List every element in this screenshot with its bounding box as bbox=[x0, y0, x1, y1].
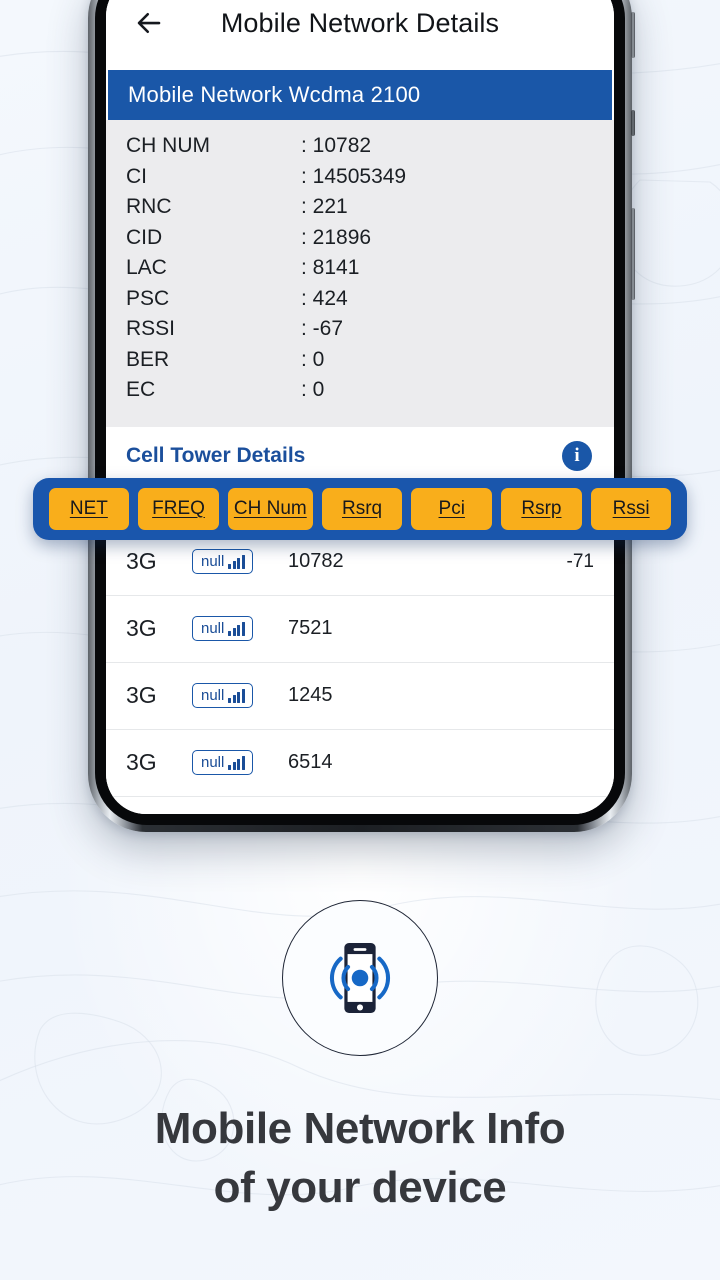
column-header-label: FREQ bbox=[152, 498, 205, 519]
signal-badge: null bbox=[192, 750, 253, 775]
phone-signal-icon bbox=[330, 943, 390, 1013]
promo-headline-line1: Mobile Network Info bbox=[154, 1104, 566, 1153]
signal-bars-icon bbox=[228, 554, 245, 569]
column-header-label: NET bbox=[69, 498, 108, 519]
signal-badge: null bbox=[192, 549, 253, 574]
back-button[interactable] bbox=[128, 2, 170, 44]
signal-badge: null bbox=[192, 683, 253, 708]
phone-mockup: Mobile Network Details Mobile Network Wc… bbox=[88, 0, 635, 832]
table-row: LAC : 8141 bbox=[126, 256, 594, 287]
detail-value: : -67 bbox=[301, 317, 344, 340]
detail-key: PSC bbox=[126, 286, 170, 310]
promo-headline: Mobile Network Info of your device bbox=[0, 1100, 720, 1217]
promo-headline-line2: of your device bbox=[213, 1162, 507, 1212]
detail-value: : 10782 bbox=[301, 134, 372, 157]
detail-key: EC bbox=[126, 378, 156, 401]
row-net: 3G bbox=[126, 548, 157, 574]
table-row: CID : 21896 bbox=[126, 226, 594, 257]
network-details-table: CH NUM : 10782 CI : 14505349 RNC : 221 C… bbox=[106, 120, 614, 427]
column-header-label: Pci bbox=[438, 498, 465, 519]
column-header-freq[interactable]: FREQ bbox=[138, 488, 219, 530]
row-freq: null bbox=[192, 549, 288, 574]
detail-key: LAC bbox=[126, 256, 167, 279]
detail-key: RNC bbox=[126, 195, 172, 218]
table-row: PSC : 424 bbox=[126, 287, 594, 318]
detail-key: CI bbox=[126, 164, 147, 188]
table-row[interactable]: 3G null 6514 bbox=[106, 730, 614, 797]
signal-badge-label: null bbox=[201, 620, 225, 637]
cell-tower-title: Cell Tower Details bbox=[126, 443, 306, 467]
promo-section: Mobile Network Info of your device bbox=[0, 900, 720, 1217]
table-row: EC : 0 bbox=[126, 378, 594, 409]
column-header-callout: NET FREQ CH Num Rsrq Pci Rsrp Rssi bbox=[33, 478, 687, 540]
row-ch-num: 7521 bbox=[288, 617, 333, 639]
table-row: RSSI : -67 bbox=[126, 317, 594, 348]
column-header-ch-num[interactable]: CH Num bbox=[227, 488, 313, 530]
table-row: CI : 14505349 bbox=[126, 165, 594, 196]
phone-side-button-volume-up bbox=[631, 12, 635, 58]
detail-value: : 0 bbox=[301, 378, 325, 401]
signal-bars-icon bbox=[228, 688, 245, 703]
column-header-label: Rsrq bbox=[342, 498, 383, 519]
phone-side-button-volume-down bbox=[631, 110, 635, 136]
detail-value: : 221 bbox=[301, 195, 348, 218]
row-net: 3G bbox=[126, 615, 157, 641]
signal-bars-icon bbox=[228, 621, 245, 636]
column-header-rssi[interactable]: Rssi bbox=[590, 488, 672, 530]
info-icon[interactable]: i bbox=[562, 440, 592, 471]
cell-tower-header: Cell Tower Details i bbox=[106, 426, 614, 483]
row-ch-num: 6514 bbox=[288, 751, 333, 773]
detail-key: CID bbox=[126, 225, 163, 249]
detail-value: : 21896 bbox=[301, 225, 372, 249]
table-row[interactable]: 3G null 7521 bbox=[106, 596, 614, 663]
column-header-rsrq[interactable]: Rsrq bbox=[321, 488, 403, 530]
signal-badge-label: null bbox=[201, 553, 225, 570]
row-freq: null bbox=[192, 616, 288, 641]
signal-bars-icon bbox=[228, 755, 245, 770]
row-ch-num: 1245 bbox=[288, 684, 333, 706]
signal-badge-label: null bbox=[201, 687, 225, 704]
row-ch-num: 10782 bbox=[288, 550, 344, 572]
phone-screen: Mobile Network Details Mobile Network Wc… bbox=[106, 0, 614, 814]
detail-value: : 14505349 bbox=[301, 164, 407, 188]
phone-side-button-power bbox=[631, 208, 635, 300]
row-freq: null bbox=[192, 683, 288, 708]
column-header-net[interactable]: NET bbox=[48, 488, 130, 530]
detail-value: : 0 bbox=[301, 347, 325, 371]
detail-key: RSSI bbox=[126, 317, 176, 340]
detail-key: CH NUM bbox=[126, 134, 210, 157]
column-header-label: Rsrp bbox=[521, 498, 562, 519]
column-header-label: Rssi bbox=[612, 498, 650, 519]
signal-badge-label: null bbox=[201, 754, 225, 771]
column-header-pci[interactable]: Pci bbox=[411, 488, 493, 530]
app-header: Mobile Network Details bbox=[106, 0, 614, 70]
column-header-label: CH Num bbox=[233, 498, 307, 519]
detail-value: : 424 bbox=[301, 286, 348, 310]
row-freq: null bbox=[192, 750, 288, 775]
row-net: 3G bbox=[126, 682, 157, 708]
table-row[interactable] bbox=[106, 797, 614, 815]
detail-value: : 8141 bbox=[301, 256, 360, 279]
cell-tower-row-list: 3G null 10782 -71 3G null 7521 3G null 1… bbox=[106, 528, 614, 815]
promo-icon-badge bbox=[282, 900, 438, 1056]
signal-badge: null bbox=[192, 616, 253, 641]
table-row: RNC : 221 bbox=[126, 195, 594, 226]
detail-key: BER bbox=[126, 347, 170, 371]
row-rssi: -71 bbox=[566, 550, 594, 572]
column-header-rsrp[interactable]: Rsrp bbox=[501, 488, 582, 530]
page-title: Mobile Network Details bbox=[220, 7, 500, 38]
table-row[interactable]: 3G null 1245 bbox=[106, 663, 614, 730]
row-net: 3G bbox=[126, 749, 157, 775]
network-banner: Mobile Network Wcdma 2100 bbox=[108, 70, 612, 120]
table-row: BER : 0 bbox=[126, 348, 594, 379]
table-row: CH NUM : 10782 bbox=[126, 134, 594, 165]
arrow-left-icon bbox=[137, 12, 161, 34]
